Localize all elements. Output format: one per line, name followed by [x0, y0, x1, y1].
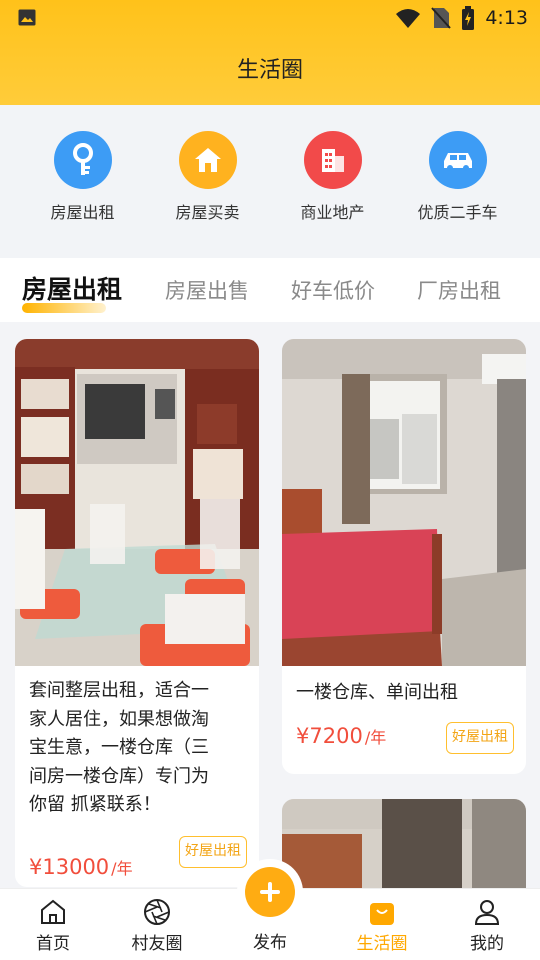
status-bar: 4:13	[0, 0, 540, 36]
nav-mine[interactable]: 我的	[447, 897, 527, 954]
listing-feed: 套间整层出租，适合一 家人居住，如果想做淘 宝生意，一楼仓库（三 间房一楼仓库）…	[0, 322, 540, 888]
nav-label: 村友圈	[131, 934, 183, 954]
description-line: 间房一楼仓库）专门为	[29, 765, 209, 787]
price-unit: /年	[364, 728, 387, 747]
gallery-icon	[18, 9, 36, 26]
wifi-icon	[396, 9, 421, 28]
listing-tag: 好屋出租	[446, 722, 514, 754]
category-used-car[interactable]: 优质二手车	[395, 105, 520, 258]
description-line: 一楼仓库、单间出租	[296, 682, 458, 703]
page-title: 生活圈	[236, 58, 303, 83]
shopping-bag-icon	[370, 903, 394, 925]
category-label: 优质二手车	[417, 203, 498, 222]
listing-price: ¥13000/年	[29, 855, 133, 879]
publish-label: 发布	[253, 933, 287, 953]
plus-icon	[245, 867, 295, 917]
category-commercial[interactable]: 商业地产	[270, 105, 395, 258]
description-line: 家人居住，如果想做淘	[29, 708, 209, 730]
house-icon	[178, 131, 237, 189]
category-label: 商业地产	[300, 203, 365, 222]
tab-house-rent[interactable]: 房屋出租	[22, 270, 122, 306]
listing-price: ¥7200/年	[296, 724, 386, 748]
publish-button[interactable]	[240, 862, 300, 922]
listing-photo	[15, 339, 259, 666]
category-house-rent[interactable]: 房屋出租	[20, 105, 145, 258]
user-icon	[474, 900, 500, 925]
category-house-sale[interactable]: 房屋买卖	[145, 105, 270, 258]
tab-cheap-cars[interactable]: 好车低价	[291, 275, 375, 305]
aperture-icon	[144, 899, 170, 925]
nav-life[interactable]: 生活圈	[342, 897, 422, 954]
nav-village[interactable]: 村友圈	[117, 897, 197, 954]
description-line: 宝生意，一楼仓库（三	[29, 737, 209, 758]
key-icon	[53, 131, 112, 189]
listing-photo	[282, 339, 526, 666]
status-time: 4:13	[485, 7, 528, 29]
tab-bar: 房屋出租 房屋出售 好车低价 厂房出租	[0, 258, 540, 322]
listing-card[interactable]: 一楼仓库、单间出租 ¥7200/年 好屋出租	[282, 339, 526, 774]
battery-icon	[462, 6, 475, 30]
tab-house-sale[interactable]: 房屋出售	[165, 275, 249, 305]
home-icon	[41, 899, 65, 924]
listing-description: 套间整层出租，适合一 家人居住，如果想做淘 宝生意，一楼仓库（三 间房一楼仓库）…	[29, 677, 249, 820]
tab-factory-rent[interactable]: 厂房出租	[417, 275, 501, 305]
listing-card[interactable]: 套间整层出租，适合一 家人居住，如果想做淘 宝生意，一楼仓库（三 间房一楼仓库）…	[15, 339, 259, 887]
price-unit: /年	[111, 859, 133, 878]
description-line: 套间整层出租，适合一	[29, 680, 209, 701]
category-label: 房屋买卖	[175, 203, 240, 222]
description-line: 你留 抓紧联系！	[29, 794, 161, 815]
price-value: ¥7200	[296, 724, 363, 748]
price-value: ¥13000	[29, 855, 110, 879]
nav-label: 生活圈	[356, 934, 408, 954]
listing-card[interactable]	[282, 799, 526, 888]
listing-tag: 好屋出租	[179, 836, 247, 868]
no-sim-icon	[431, 7, 452, 29]
building-icon	[303, 131, 362, 189]
nav-label: 我的	[470, 934, 504, 954]
category-label: 房屋出租	[50, 203, 115, 222]
listing-description: 一楼仓库、单间出租	[296, 679, 516, 708]
listing-photo	[282, 799, 526, 888]
nav-label: 首页	[36, 934, 70, 954]
category-grid: 房屋出租 房屋买卖 商业地产 优质二手车	[0, 105, 540, 258]
app-header: 4:13 生活圈	[0, 0, 540, 105]
nav-home[interactable]: 首页	[13, 897, 93, 954]
car-icon	[428, 131, 487, 189]
